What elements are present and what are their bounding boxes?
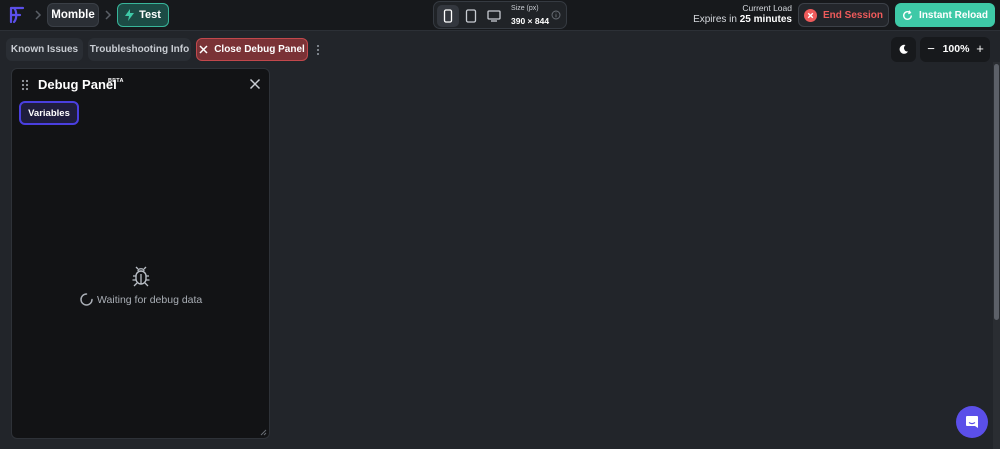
troubleshooting-info-label: Troubleshooting Info bbox=[89, 44, 190, 55]
session-expiry: Expires in 25 minutes bbox=[693, 14, 792, 25]
troubleshooting-info-button[interactable]: Troubleshooting Info bbox=[88, 38, 191, 61]
more-options-icon[interactable] bbox=[315, 43, 321, 57]
zoom-out-button[interactable]: − bbox=[924, 41, 938, 57]
known-issues-button[interactable]: Known Issues bbox=[6, 38, 83, 61]
debug-panel-title: Debug Panel bbox=[38, 77, 117, 92]
desktop-icon bbox=[487, 10, 501, 22]
lightning-icon bbox=[125, 9, 135, 21]
zoom-control: − 100% + bbox=[920, 37, 990, 62]
drag-handle-icon[interactable] bbox=[21, 79, 29, 91]
test-mode-button[interactable]: Test bbox=[117, 3, 169, 27]
mobile-icon bbox=[443, 9, 453, 23]
chat-support-button[interactable] bbox=[956, 406, 988, 438]
end-session-label: End Session bbox=[822, 9, 883, 21]
close-panel-icon[interactable] bbox=[249, 78, 261, 90]
zoom-level: 100% bbox=[942, 43, 970, 55]
expires-prefix: Expires in bbox=[693, 14, 737, 25]
close-icon bbox=[199, 45, 208, 54]
device-mobile-button[interactable] bbox=[437, 5, 459, 27]
breadcrumb-separator-icon bbox=[105, 10, 112, 20]
project-name-label: Momble bbox=[51, 9, 95, 21]
expires-value: 25 minutes bbox=[739, 14, 792, 25]
loading-spinner-icon bbox=[80, 293, 93, 306]
size-label: Size (px) bbox=[511, 5, 539, 12]
instant-reload-label: Instant Reload bbox=[919, 9, 988, 21]
current-load-label: Current Load bbox=[742, 3, 792, 13]
chat-icon bbox=[966, 416, 978, 428]
resize-handle-icon[interactable] bbox=[260, 429, 267, 436]
top-bar: Momble Test Size (px) 390 × 844 Current … bbox=[0, 0, 1000, 31]
device-tablet-button[interactable] bbox=[460, 5, 482, 27]
close-circle-icon bbox=[803, 8, 817, 22]
device-desktop-button[interactable] bbox=[483, 5, 505, 27]
bug-icon bbox=[132, 266, 150, 287]
beta-badge: BETA bbox=[108, 78, 124, 84]
theme-toggle-button[interactable] bbox=[891, 37, 916, 62]
moon-icon bbox=[899, 44, 908, 54]
test-mode-label: Test bbox=[139, 9, 161, 21]
close-debug-panel-label: Close Debug Panel bbox=[214, 44, 305, 55]
zoom-in-button[interactable]: + bbox=[973, 41, 987, 57]
size-value: 390 × 844 bbox=[511, 16, 550, 26]
end-session-button[interactable]: End Session bbox=[798, 3, 889, 27]
close-debug-panel-button[interactable]: Close Debug Panel bbox=[196, 38, 308, 61]
device-selector: Size (px) 390 × 844 bbox=[433, 1, 567, 29]
empty-state-text: Waiting for debug data bbox=[97, 294, 203, 306]
scrollbar-thumb[interactable] bbox=[994, 64, 999, 320]
known-issues-label: Known Issues bbox=[10, 44, 79, 55]
project-name-button[interactable]: Momble bbox=[47, 3, 99, 27]
instant-reload-button[interactable]: Instant Reload bbox=[895, 3, 995, 27]
app-logo-icon[interactable] bbox=[8, 5, 26, 25]
tab-variables-label: Variables bbox=[28, 107, 70, 119]
info-icon[interactable] bbox=[551, 10, 561, 20]
refresh-icon bbox=[903, 9, 913, 20]
tablet-icon bbox=[465, 9, 477, 23]
debug-panel: Debug Panel BETA Variables Waiting for d… bbox=[11, 68, 270, 439]
breadcrumb-separator-icon bbox=[35, 10, 42, 20]
tab-variables[interactable]: Variables bbox=[19, 101, 79, 125]
